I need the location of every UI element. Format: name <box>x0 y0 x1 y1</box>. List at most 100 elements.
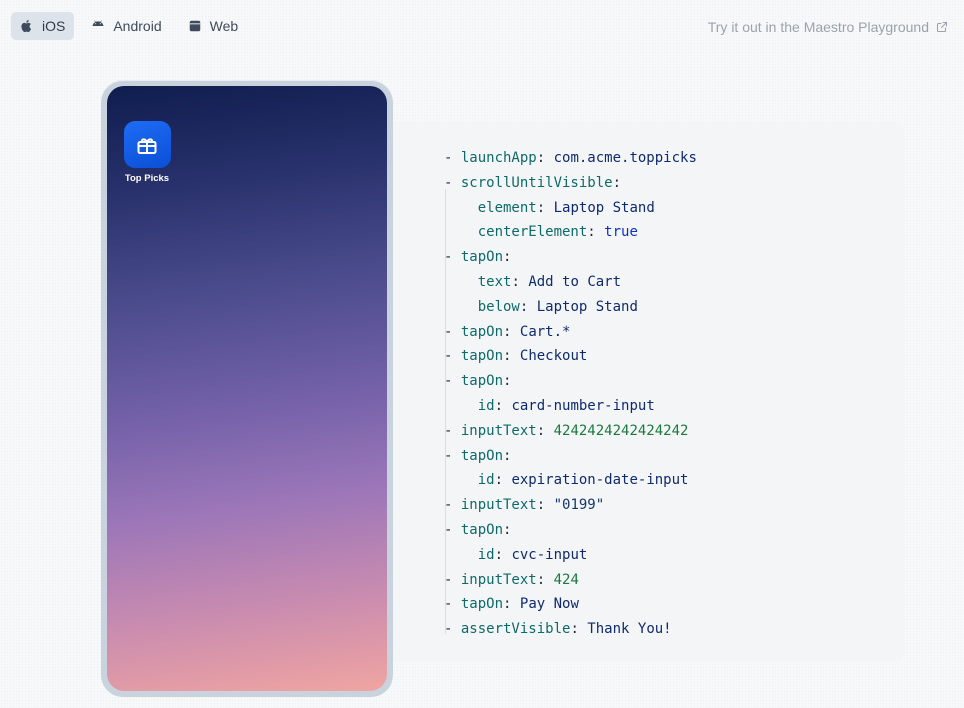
code-value: 424 <box>553 571 579 588</box>
maestro-flow-code: - launchApp: com.acme.toppicks - scrollUn… <box>444 146 697 642</box>
code-value: Add to Cart <box>528 273 622 290</box>
code-line: element: Laptop Stand <box>444 196 697 221</box>
code-line-prefix: - <box>444 249 461 266</box>
phone-frame: Top Picks <box>101 80 393 697</box>
code-value: cvc-input <box>511 546 588 563</box>
platform-tabs: iOS Android Web <box>11 12 247 40</box>
code-line: - inputText: 424 <box>444 568 697 593</box>
browser-icon <box>188 19 202 33</box>
code-key: tapOn <box>460 373 504 390</box>
code-key: tapOn <box>460 249 504 266</box>
code-colon: : <box>536 199 546 216</box>
code-colon: : <box>503 249 512 266</box>
code-value: Checkout <box>519 348 588 365</box>
code-value: Laptop Stand <box>553 199 655 216</box>
code-line-prefix: - <box>444 596 461 613</box>
code-key: tapOn <box>460 596 504 613</box>
code-value: card-number-input <box>511 397 655 414</box>
code-value: expiration-date-input <box>511 472 689 489</box>
code-line: id: expiration-date-input <box>444 468 697 493</box>
code-line-prefix <box>444 472 478 488</box>
code-value: Cart.* <box>519 323 571 340</box>
code-key: tapOn <box>460 323 504 340</box>
code-colon: : <box>494 546 504 563</box>
code-line: - launchApp: com.acme.toppicks <box>444 146 697 171</box>
code-colon: : <box>536 150 546 166</box>
code-line-prefix: - <box>444 422 461 439</box>
code-key: centerElement <box>477 224 588 241</box>
app-label: Top Picks <box>124 173 170 184</box>
code-line: - tapOn: <box>444 245 697 270</box>
code-line-prefix <box>444 200 478 216</box>
code-value: 4242424242424242 <box>553 422 689 439</box>
code-key: tapOn <box>460 348 504 365</box>
code-line-prefix: - <box>444 447 461 464</box>
code-line-prefix: - <box>444 150 461 166</box>
code-colon: : <box>503 373 512 390</box>
code-colon: : <box>536 422 546 439</box>
code-colon: : <box>503 596 512 613</box>
code-line: centerElement: true <box>444 220 697 245</box>
phone-screen: Top Picks <box>107 86 387 691</box>
code-key: assertVisible <box>460 621 571 638</box>
code-colon: : <box>511 273 520 290</box>
code-line-prefix <box>444 299 478 315</box>
tab-ios-label: iOS <box>42 18 66 34</box>
code-line-prefix <box>444 398 478 414</box>
code-key: inputText <box>460 571 537 588</box>
code-colon: : <box>494 472 504 489</box>
code-line-prefix: - <box>444 323 461 340</box>
code-colon: : <box>612 174 622 191</box>
code-key: id <box>477 546 495 563</box>
tab-android[interactable]: Android <box>82 12 170 40</box>
code-line-prefix: - <box>444 174 461 191</box>
code-colon: : <box>587 224 596 241</box>
tab-web[interactable]: Web <box>179 12 248 40</box>
code-colon: : <box>536 571 546 588</box>
code-line: - tapOn: Cart.* <box>444 320 697 345</box>
code-colon: : <box>570 621 579 638</box>
code-value: true <box>604 224 638 241</box>
external-link-icon <box>936 21 948 33</box>
code-line: below: Laptop Stand <box>444 295 697 320</box>
code-value: Thank You! <box>587 621 672 638</box>
code-key: element <box>477 199 537 216</box>
app-icon <box>123 121 171 168</box>
code-line: - inputText: "0199" <box>444 493 697 518</box>
code-value: "0199" <box>553 497 605 514</box>
code-line-prefix: - <box>444 621 461 638</box>
code-line-prefix: - <box>444 571 461 588</box>
code-value: Laptop Stand <box>536 298 638 315</box>
tab-ios[interactable]: iOS <box>11 12 75 40</box>
code-key: id <box>477 397 495 414</box>
code-colon: : <box>519 298 529 315</box>
code-line: - tapOn: <box>444 518 697 543</box>
code-key: inputText <box>460 497 537 514</box>
code-key: tapOn <box>460 521 504 538</box>
code-line-prefix <box>444 224 478 240</box>
code-colon: : <box>503 323 512 340</box>
code-colon: : <box>536 497 546 514</box>
code-line-prefix: - <box>444 521 461 538</box>
code-line-prefix: - <box>444 373 461 390</box>
code-line: - assertVisible: Thank You! <box>444 617 697 642</box>
app-top-picks[interactable]: Top Picks <box>122 121 172 184</box>
code-panel: - launchApp: com.acme.toppicks - scrollUn… <box>393 122 904 662</box>
tab-android-label: Android <box>113 18 162 34</box>
code-line-prefix <box>444 274 478 290</box>
code-colon: : <box>503 447 512 464</box>
code-colon: : <box>503 348 512 365</box>
code-line: - scrollUntilVisible: <box>444 171 697 196</box>
code-key: scrollUntilVisible <box>460 174 613 191</box>
code-line: id: card-number-input <box>444 394 697 419</box>
code-key: inputText <box>460 422 537 439</box>
playground-link[interactable]: Try it out in the Maestro Playground <box>708 19 948 35</box>
code-line: - tapOn: <box>444 369 697 394</box>
code-key: tapOn <box>460 447 504 464</box>
code-line: id: cvc-input <box>444 543 697 568</box>
code-value: Pay Now <box>519 596 579 613</box>
tab-web-label: Web <box>209 18 239 34</box>
android-icon <box>91 19 105 33</box>
code-line-prefix <box>444 547 478 563</box>
code-line: text: Add to Cart <box>444 270 697 295</box>
